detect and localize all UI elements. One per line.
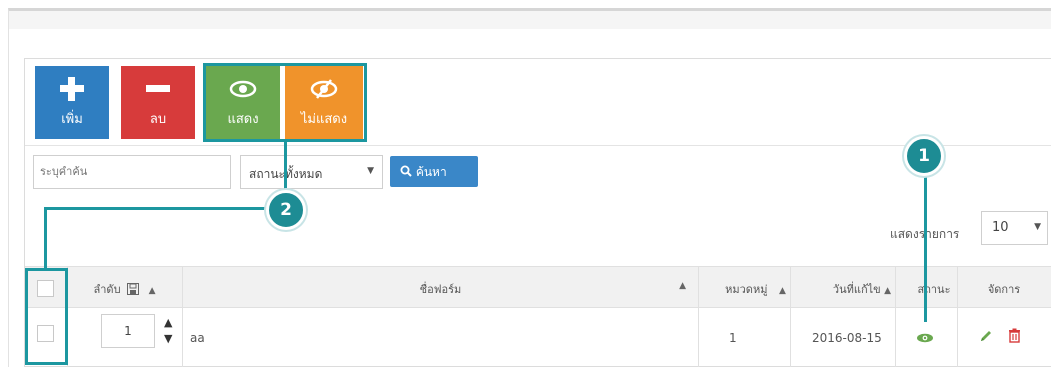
top-strip <box>9 11 1051 29</box>
dropdown-caret-icon: ▼ <box>367 166 374 176</box>
sort-up-icon: ▲ <box>679 281 686 291</box>
header-category-label: หมวดหมู่ <box>725 283 768 296</box>
header-name[interactable]: ชื่อฟอร์ม ▲ <box>183 267 698 309</box>
callout-badge-1: 1 <box>904 136 944 176</box>
sort-up-icon: ▲ <box>884 286 892 296</box>
order-input[interactable]: 1 <box>101 314 155 348</box>
header-category[interactable]: หมวดหมู่ ▲ <box>698 267 813 309</box>
checkbox-column-highlight <box>25 268 68 365</box>
minus-icon <box>143 74 173 104</box>
callout-line <box>924 172 927 322</box>
callout-line <box>284 142 287 196</box>
delete-button-label: ลบ <box>149 112 167 127</box>
search-button-label: ค้นหา <box>415 165 447 179</box>
order-decrement-icon[interactable]: ▼ <box>164 332 172 345</box>
dropdown-caret-icon: ▼ <box>1034 222 1041 232</box>
column-divider <box>957 266 958 367</box>
delete-button[interactable]: ลบ <box>121 66 195 139</box>
add-button-label: เพิ่ม <box>61 112 83 127</box>
eye-icon[interactable] <box>916 333 934 343</box>
pencil-icon[interactable] <box>979 329 993 343</box>
header-updated-label: วันที่แก้ไข <box>832 283 881 296</box>
trash-icon[interactable] <box>1008 328 1021 343</box>
show-hide-highlight <box>203 63 367 142</box>
header-manage: จัดการ <box>957 267 1051 309</box>
callout-badge-2: 2 <box>266 190 306 230</box>
row-name: aa <box>190 331 205 345</box>
search-button[interactable]: ค้นหา <box>390 156 478 187</box>
callout-line <box>44 207 269 210</box>
search-icon <box>400 165 412 177</box>
plus-icon <box>57 74 87 104</box>
header-status: สถานะ <box>911 267 957 309</box>
header-order[interactable]: ลำดับ ▲ <box>67 267 182 309</box>
per-page-value: 10 <box>992 220 1009 235</box>
status-select[interactable]: สถานะทั้งหมด ▼ <box>240 155 383 189</box>
order-increment-icon[interactable]: ▲ <box>164 316 172 329</box>
header-manage-label: จัดการ <box>987 283 1021 296</box>
header-status-label: สถานะ <box>917 283 951 296</box>
column-divider <box>698 266 699 367</box>
callout-line <box>44 207 47 268</box>
sort-up-icon: ▲ <box>148 286 156 296</box>
column-divider <box>895 266 896 367</box>
header-updated[interactable]: วันที่แก้ไข ▲ <box>813 267 911 309</box>
column-divider <box>790 266 791 367</box>
header-name-label: ชื่อฟอร์ม <box>419 283 462 296</box>
search-input[interactable] <box>40 165 224 178</box>
search-input-wrapper[interactable] <box>33 155 231 189</box>
add-button[interactable]: เพิ่ม <box>35 66 109 139</box>
sort-up-icon: ▲ <box>778 286 786 296</box>
header-order-label: ลำดับ <box>93 283 121 296</box>
save-icon[interactable] <box>127 283 140 295</box>
per-page-select[interactable]: 10 ▼ <box>981 211 1048 245</box>
row-category: 1 <box>729 331 737 345</box>
table-header: ลำดับ ▲ ชื่อฟอร์ม ▲ หมวดหมู่ ▲ วันที่แก้… <box>25 266 1051 308</box>
column-divider <box>182 266 183 367</box>
toolbar-divider <box>25 145 1051 146</box>
row-updated: 2016-08-15 <box>812 331 882 345</box>
